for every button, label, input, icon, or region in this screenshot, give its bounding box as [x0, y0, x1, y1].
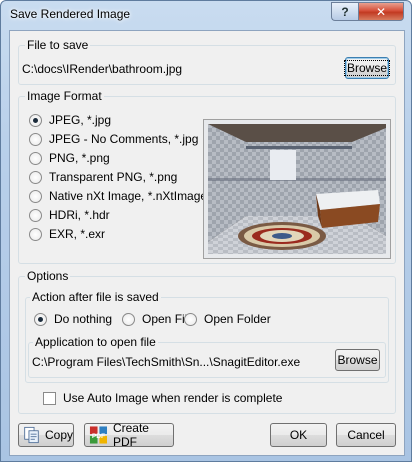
format-label: PNG, *.png [49, 151, 110, 165]
application-to-open-group: Application to open file C:\Program File… [28, 335, 386, 378]
format-option-exr[interactable]: EXR, *.exr [29, 227, 105, 241]
dialog-body: File to save C:\docs\IRender\bathroom.jp… [9, 30, 405, 456]
format-option-transparent-png[interactable]: Transparent PNG, *.png [29, 170, 177, 184]
close-icon: ✕ [375, 4, 387, 19]
auto-image-checkbox[interactable] [43, 391, 56, 405]
radio-button[interactable] [29, 132, 42, 146]
format-option-nxtimage[interactable]: Native nXt Image, *.nXtImage [29, 189, 207, 203]
application-path-text: C:\Program Files\TechSmith\Sn...\SnagitE… [32, 355, 301, 369]
format-label: HDRi, *.hdr [49, 208, 110, 222]
file-to-save-group: File to save C:\docs\IRender\bathroom.jp… [18, 38, 396, 85]
cancel-button[interactable]: Cancel [336, 423, 396, 447]
radio-button[interactable] [29, 113, 42, 127]
application-to-open-legend: Application to open file [33, 335, 158, 349]
save-rendered-image-window: Save Rendered Image ? ✕ File to save C:\… [0, 0, 412, 462]
format-option-jpeg-no-comments[interactable]: JPEG - No Comments, *.jpg [29, 132, 198, 146]
copy-label: Copy [44, 428, 73, 442]
create-pdf-button[interactable]: PDF Create PDF [84, 421, 174, 449]
create-pdf-label: Create PDF [112, 421, 149, 449]
action-open-folder[interactable]: Open Folder [184, 312, 271, 326]
browse-application-button[interactable]: Browse [335, 349, 380, 371]
auto-image-label: Use Auto Image when render is complete [63, 391, 283, 405]
title-bar[interactable]: Save Rendered Image ? ✕ [1, 1, 411, 29]
image-format-legend: Image Format [25, 89, 104, 103]
browse-file-label: Browse [344, 60, 391, 76]
format-option-jpeg[interactable]: JPEG, *.jpg [29, 113, 111, 127]
svg-text:PDF: PDF [92, 433, 105, 440]
close-button[interactable]: ✕ [358, 2, 404, 21]
browse-file-button[interactable]: Browse [344, 57, 391, 79]
image-format-group: Image Format JPEG, *.jpg JPEG - No Comme… [18, 89, 396, 264]
format-label: Native nXt Image, *.nXtImage [49, 189, 208, 203]
action-do-nothing[interactable]: Do nothing [34, 312, 112, 326]
file-path-text: C:\docs\IRender\bathroom.jpg [22, 62, 183, 76]
action-label: Do nothing [54, 312, 113, 326]
pdf-icon: PDF [89, 426, 108, 444]
radio-button[interactable] [34, 312, 47, 326]
format-label: Transparent PNG, *.png [49, 170, 178, 184]
help-icon: ? [341, 4, 349, 19]
options-group: Options Action after file is saved Do no… [18, 269, 396, 414]
auto-image-option[interactable]: Use Auto Image when render is complete [43, 391, 282, 405]
radio-button[interactable] [122, 312, 135, 326]
radio-button[interactable] [29, 227, 42, 241]
radio-button[interactable] [29, 170, 42, 184]
radio-button[interactable] [29, 208, 42, 222]
render-preview-image [203, 119, 391, 259]
copy-button[interactable]: Copy [18, 423, 74, 447]
format-label: JPEG - No Comments, *.jpg [49, 132, 199, 146]
copy-icon [24, 426, 39, 444]
action-after-save-group: Action after file is saved Do nothing Op… [25, 290, 389, 383]
format-option-hdri[interactable]: HDRi, *.hdr [29, 208, 110, 222]
help-button[interactable]: ? [331, 2, 358, 21]
window-title: Save Rendered Image [10, 7, 131, 21]
radio-button[interactable] [29, 189, 42, 203]
bathroom-render-thumbnail [208, 124, 386, 254]
action-label: Open Folder [204, 312, 271, 326]
ok-button[interactable]: OK [270, 423, 327, 447]
radio-button[interactable] [29, 151, 42, 165]
format-option-png[interactable]: PNG, *.png [29, 151, 110, 165]
cancel-label: Cancel [347, 428, 385, 442]
ok-label: OK [289, 428, 308, 442]
format-label: EXR, *.exr [49, 227, 106, 241]
action-after-save-legend: Action after file is saved [30, 290, 161, 304]
file-to-save-legend: File to save [25, 38, 91, 52]
options-legend: Options [25, 269, 71, 283]
format-label: JPEG, *.jpg [49, 113, 112, 127]
radio-button[interactable] [184, 312, 197, 326]
